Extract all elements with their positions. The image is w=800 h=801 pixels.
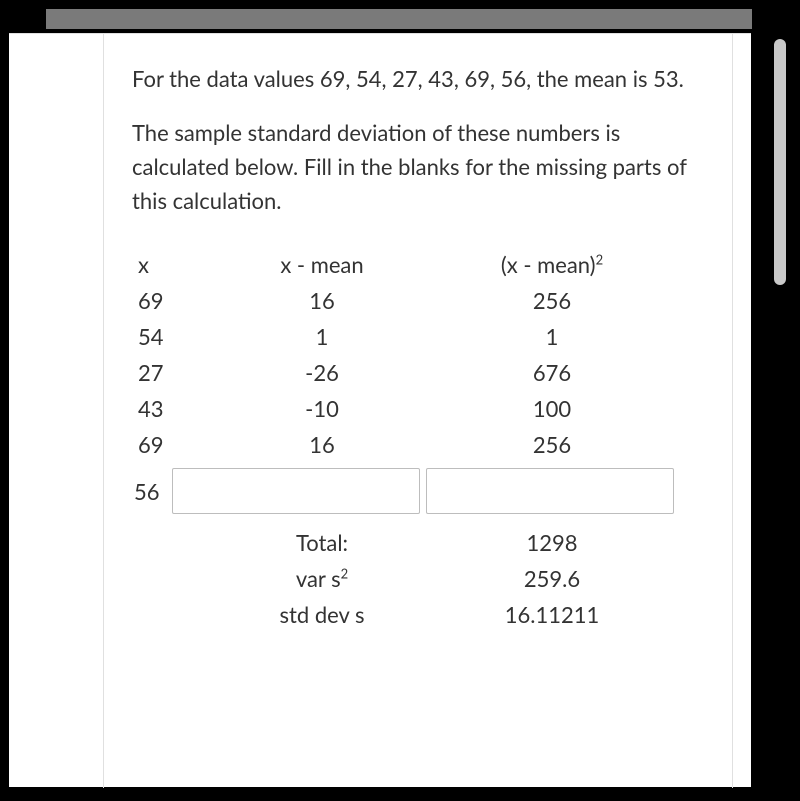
variance-row: var s2 259.6 xyxy=(132,560,704,596)
scrollbar-thumb[interactable] xyxy=(774,39,786,285)
table-row: 27 -26 676 xyxy=(132,354,704,390)
calculation-table: x x - mean (x - mean)2 69 16 256 54 1 1 xyxy=(132,246,704,632)
cell-x: 69 xyxy=(132,287,212,314)
cell-xmean: 1 xyxy=(212,323,432,350)
table-header-row: x x - mean (x - mean)2 xyxy=(132,246,704,282)
cell-xmean: -10 xyxy=(212,395,432,422)
table-row: 54 1 1 xyxy=(132,318,704,354)
blank-row-x: 56 xyxy=(132,478,172,505)
total-row: Total: 1298 xyxy=(132,524,704,560)
header-x: x xyxy=(132,251,212,278)
header-xmeansq-prefix: (x - mean) xyxy=(501,251,596,278)
summary-rows: Total: 1298 var s2 259.6 std dev s 16.11… xyxy=(132,524,704,632)
document-page: For the data values 69, 54, 27, 43, 69, … xyxy=(9,33,751,787)
cell-x: 54 xyxy=(132,323,212,350)
cell-xmeansq: 256 xyxy=(432,287,672,314)
intro-paragraph-2: The sample standard deviation of these n… xyxy=(132,116,704,218)
cell-x: 69 xyxy=(132,431,212,458)
top-grab-bar xyxy=(46,9,752,29)
stddev-label: std dev s xyxy=(212,601,432,628)
blank-answer-row: 56 xyxy=(132,468,704,514)
cell-xmean: 16 xyxy=(212,287,432,314)
variance-value: 259.6 xyxy=(432,565,672,592)
cell-xmeansq: 100 xyxy=(432,395,672,422)
cell-xmeansq: 256 xyxy=(432,431,672,458)
blank-input-xmeansq[interactable] xyxy=(426,468,674,514)
cell-xmean: 16 xyxy=(212,431,432,458)
variance-label-exp: 2 xyxy=(341,566,349,582)
header-xmeansq-exp: 2 xyxy=(596,252,604,268)
stddev-row: std dev s 16.11211 xyxy=(132,596,704,632)
table-row: 43 -10 100 xyxy=(132,390,704,426)
blank-input-xmean[interactable] xyxy=(172,468,420,514)
cell-x: 43 xyxy=(132,395,212,422)
total-value: 1298 xyxy=(432,529,672,556)
stddev-value: 16.11211 xyxy=(432,601,672,628)
table-row: 69 16 256 xyxy=(132,426,704,462)
total-label: Total: xyxy=(212,529,432,556)
cell-xmeansq: 676 xyxy=(432,359,672,386)
variance-label: var s2 xyxy=(212,565,432,592)
header-xmeansq: (x - mean)2 xyxy=(432,251,672,278)
cell-xmeansq: 1 xyxy=(432,323,672,350)
table-row: 69 16 256 xyxy=(132,282,704,318)
cell-x: 27 xyxy=(132,359,212,386)
app-frame: For the data values 69, 54, 27, 43, 69, … xyxy=(0,0,800,801)
intro-paragraph-1: For the data values 69, 54, 27, 43, 69, … xyxy=(132,62,704,96)
header-xmean: x - mean xyxy=(212,251,432,278)
cell-xmean: -26 xyxy=(212,359,432,386)
question-content: For the data values 69, 54, 27, 43, 69, … xyxy=(103,34,733,788)
variance-label-prefix: var s xyxy=(296,565,341,592)
